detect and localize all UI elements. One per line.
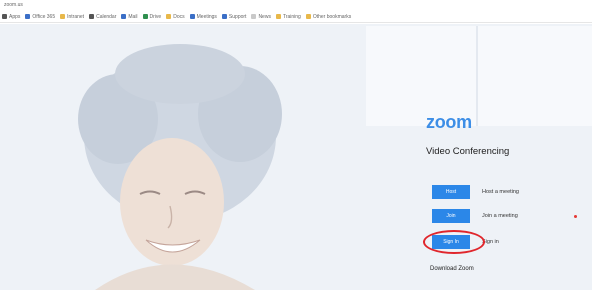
bookmark-item[interactable]: Support [221,13,247,20]
folder-icon [275,14,281,19]
meeting-icon [189,14,195,19]
bookmark-label: Office 365 [32,13,56,20]
bookmark-label: Mail [128,13,138,20]
bookmark-label: News [258,13,271,20]
download-link[interactable]: Download Zoom [430,266,474,272]
notification-dot [574,215,577,218]
bookmark-item[interactable]: News [251,14,271,20]
bookmark-label: Drive [149,13,162,20]
bookmarks-bar: Apps Office 365 Intranet Calendar Mail D… [0,11,592,23]
bookmark-item[interactable]: Other bookmarks [305,13,352,20]
host-row: Host Host a meeting [432,185,519,199]
apps-icon [2,14,7,19]
browser-address-bar[interactable]: zoom.us [0,0,592,10]
page-heading: Video Conferencing [426,146,510,157]
bookmark-item[interactable]: Mail [121,13,138,20]
bookmark-label: Calendar [96,13,117,20]
host-button[interactable]: Host [432,185,470,199]
address-text: zoom.us [4,2,23,8]
zoom-hero-panel: zoom Video Conferencing [426,112,592,158]
bookmark-label: Other bookmarks [312,13,352,20]
bookmark-item[interactable]: Training [275,13,301,20]
zoom-logo[interactable]: zoom [426,112,592,132]
bookmark-label: Training [282,13,301,20]
bookmark-item[interactable]: Drive [142,13,162,20]
office-icon [25,14,31,19]
bookmark-item[interactable]: Intranet [60,14,84,20]
news-icon [251,14,257,19]
drive-icon [142,14,148,19]
bookmark-label: Intranet [67,13,85,20]
support-icon [221,14,227,19]
join-description: Join a meeting [482,213,518,219]
calendar-icon [89,14,95,19]
bookmark-item[interactable]: Office 365 [25,14,55,20]
folder-icon [305,14,311,19]
join-row: Join Join a meeting [432,209,518,223]
bookmark-label: Support [228,13,247,20]
folder-icon [60,14,66,19]
bookmark-item[interactable]: Meetings [189,13,217,20]
join-button[interactable]: Join [432,209,470,223]
mail-icon [121,14,127,19]
highlight-circle [423,230,485,254]
bookmark-item[interactable]: Docs [166,13,185,20]
host-description: Host a meeting [482,189,519,195]
bookmark-label: Docs [173,13,185,20]
page-content: zoom Video Conferencing [0,24,592,290]
bookmark-item[interactable]: Calendar [89,14,116,20]
bookmark-item[interactable]: Apps [2,14,20,20]
folder-icon [166,14,172,19]
bookmark-label: Meetings [196,13,217,20]
bookmark-label: Apps [9,13,21,20]
